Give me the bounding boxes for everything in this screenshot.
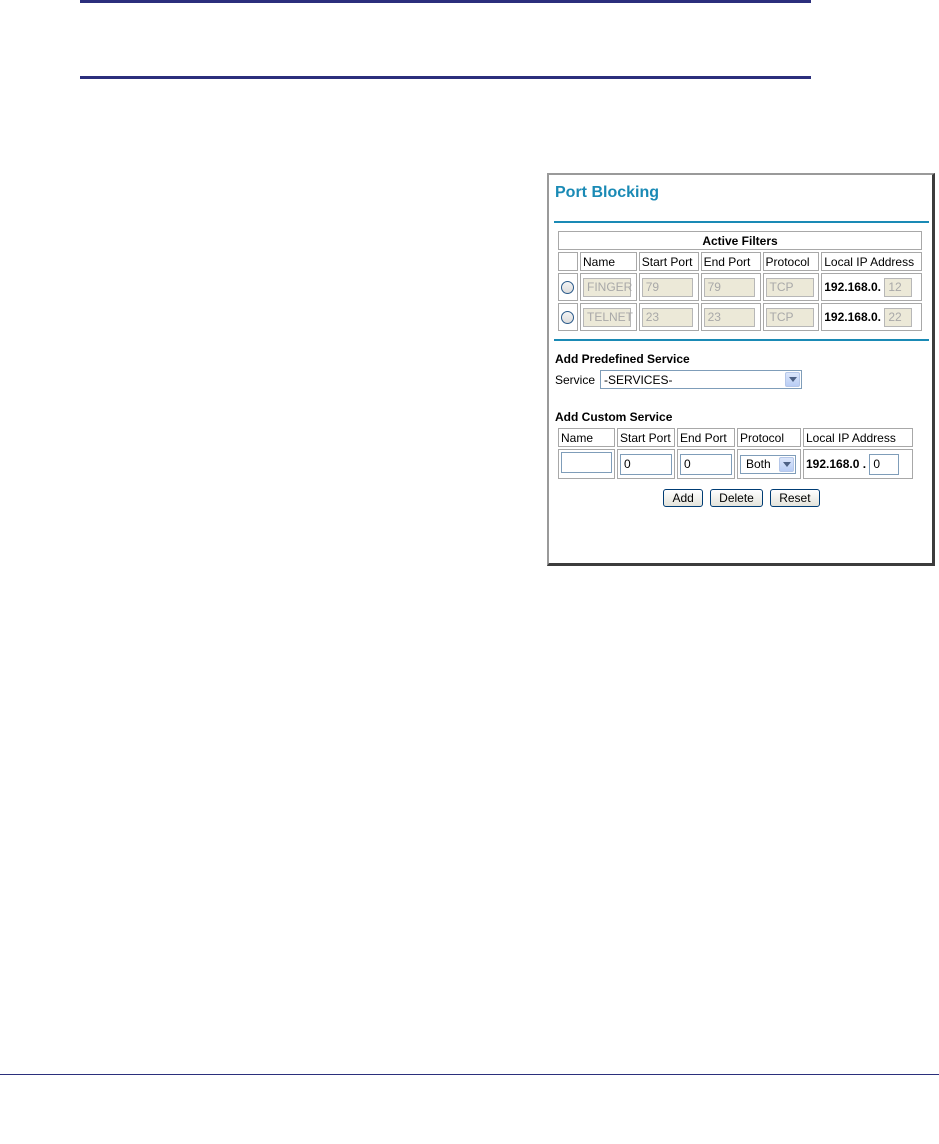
- table-row: TELNET 23 23 TCP 192.168.0. 22: [558, 303, 922, 331]
- column-header-end-port: End Port: [700, 252, 761, 271]
- filter-name-field: TELNET: [583, 307, 633, 327]
- filter-start-port-field: 23: [641, 307, 693, 327]
- reset-button[interactable]: Reset: [770, 489, 820, 507]
- page-header-rule-bottom: [80, 76, 811, 79]
- filter-end-port-field: 79: [703, 277, 755, 297]
- column-header-name: Name: [558, 428, 615, 447]
- column-header-local-ip: Local IP Address: [821, 252, 922, 271]
- custom-service-heading: Add Custom Service: [555, 410, 673, 424]
- service-label: Service: [555, 372, 596, 387]
- column-header-local-ip: Local IP Address: [803, 428, 913, 447]
- table-row: FINGER 79 79 TCP 192.168.0. 12: [558, 273, 922, 301]
- port-blocking-panel: Port Blocking Active Filters Name Start …: [547, 173, 935, 566]
- filter-end-port-field: 23: [703, 307, 755, 327]
- column-header-protocol: Protocol: [737, 428, 801, 447]
- action-buttons: Add Delete Reset: [555, 489, 928, 507]
- filter-name-field: FINGER: [583, 277, 632, 297]
- delete-button[interactable]: Delete: [710, 489, 763, 507]
- active-filters-header-row: Name Start Port End Port Protocol Local …: [558, 252, 922, 271]
- page-title: Port Blocking: [555, 184, 660, 201]
- custom-protocol-value: Both: [746, 457, 771, 471]
- filter-ip-suffix-field: 12: [884, 277, 913, 297]
- select-column-header: [558, 252, 578, 271]
- column-header-start-port: Start Port: [617, 428, 675, 447]
- predefined-service-heading: Add Predefined Service: [555, 352, 690, 366]
- filter-start-port-field: 79: [641, 277, 693, 297]
- filter-ip-suffix-field: 22: [884, 307, 913, 327]
- divider: [554, 339, 929, 341]
- filter-radio-finger[interactable]: [561, 281, 574, 295]
- filter-ip-prefix: 192.168.0.: [824, 309, 881, 324]
- column-header-start-port: Start Port: [638, 252, 699, 271]
- active-filters-caption: Active Filters: [558, 231, 922, 250]
- custom-header-row: Name Start Port End Port Protocol Local …: [558, 428, 913, 447]
- active-filters-table: Active Filters Name Start Port End Port …: [556, 229, 924, 333]
- custom-name-input[interactable]: [561, 452, 612, 473]
- custom-end-port-input[interactable]: 0: [680, 453, 732, 475]
- service-select-value: -SERVICES-: [604, 372, 673, 387]
- page-footer-rule: [0, 1074, 939, 1075]
- service-select[interactable]: -SERVICES-: [600, 370, 803, 389]
- filter-radio-telnet[interactable]: [561, 311, 574, 325]
- page-header-rule-top: [80, 0, 811, 3]
- chevron-down-icon[interactable]: [785, 372, 801, 387]
- column-header-name: Name: [580, 252, 637, 271]
- row-select-cell: [558, 273, 578, 301]
- divider: [554, 221, 929, 223]
- filter-protocol-field: TCP: [765, 277, 814, 297]
- add-button[interactable]: Add: [663, 489, 703, 507]
- column-header-protocol: Protocol: [762, 252, 820, 271]
- custom-service-table: Name Start Port End Port Protocol Local …: [556, 426, 915, 481]
- custom-start-port-input[interactable]: 0: [620, 453, 672, 475]
- row-select-cell: [558, 303, 578, 331]
- column-header-end-port: End Port: [677, 428, 735, 447]
- custom-ip-prefix: 192.168.0 .: [806, 456, 867, 471]
- custom-input-row: 0 0 Both 192.168.0 . 0: [558, 449, 913, 479]
- chevron-down-icon[interactable]: [779, 456, 794, 472]
- service-row: Service -SERVICES-: [555, 370, 928, 389]
- filter-protocol-field: TCP: [765, 307, 814, 327]
- filter-ip-prefix: 192.168.0.: [824, 279, 881, 294]
- custom-protocol-select[interactable]: Both: [740, 454, 796, 474]
- custom-ip-suffix-input[interactable]: 0: [869, 453, 900, 475]
